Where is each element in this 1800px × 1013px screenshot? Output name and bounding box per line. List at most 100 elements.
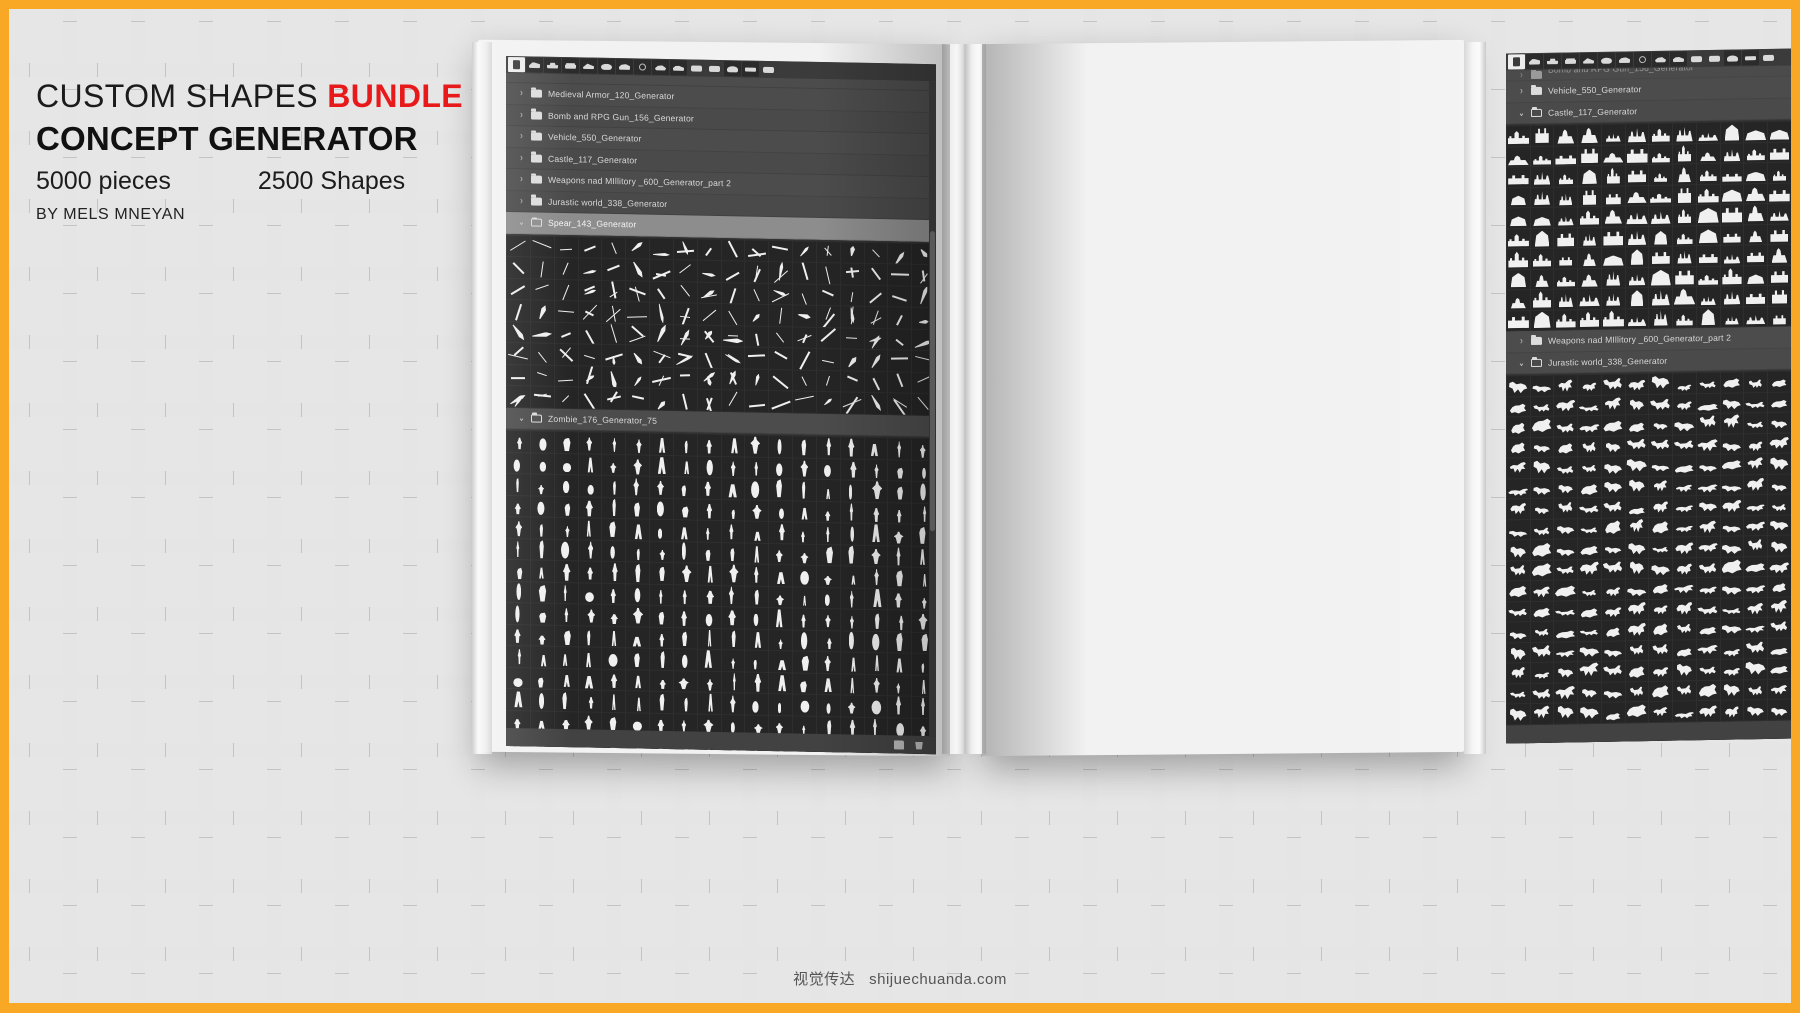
shape-thumbnail[interactable]	[578, 475, 602, 497]
shape-thumbnail[interactable]	[1507, 417, 1530, 437]
shape-thumbnail[interactable]	[1649, 123, 1673, 144]
shape-thumbnail[interactable]	[1530, 662, 1554, 683]
shape-thumbnail[interactable]	[888, 393, 912, 415]
shape-thumbnail[interactable]	[864, 566, 888, 588]
shape-thumbnail[interactable]	[1744, 597, 1768, 618]
shape-thumbnail[interactable]	[769, 564, 792, 586]
shape-thumbnail[interactable]	[888, 264, 912, 286]
shape-thumbnail[interactable]	[1744, 224, 1768, 245]
shape-thumbnail[interactable]	[1625, 415, 1649, 435]
shape-thumbnail[interactable]	[1507, 376, 1530, 396]
shape-thumbnail[interactable]	[1768, 162, 1791, 183]
shape-bar-icon[interactable]	[1706, 50, 1723, 67]
shape-thumbnail[interactable]	[1601, 435, 1625, 456]
shape-thumbnail[interactable]	[864, 523, 888, 545]
shape-thumbnail[interactable]	[1601, 415, 1625, 436]
shape-thumbnail[interactable]	[888, 545, 912, 567]
shape-thumbnail[interactable]	[1601, 640, 1625, 661]
shape-ship-icon[interactable]	[1616, 52, 1633, 68]
shape-thumbnail[interactable]	[793, 369, 816, 391]
shape-thumbnail[interactable]	[1673, 680, 1696, 701]
shape-thumbnail[interactable]	[507, 538, 530, 560]
shape-thumbnail[interactable]	[1578, 227, 1601, 248]
shape-thumbnail[interactable]	[769, 543, 792, 565]
shape-thumbnail[interactable]	[1720, 659, 1744, 680]
shape-thumbnail[interactable]	[1625, 476, 1649, 497]
shape-thumbnail[interactable]	[1507, 499, 1530, 519]
shape-thumbnail[interactable]	[1696, 307, 1720, 328]
shape-thumbnail[interactable]	[1530, 683, 1554, 704]
shape-thumbnail[interactable]	[1507, 560, 1530, 581]
shape-thumbnail[interactable]	[1673, 307, 1696, 328]
shape-thumbnail[interactable]	[745, 478, 769, 500]
shape-thumbnail[interactable]	[793, 565, 816, 587]
shape-thumbnail[interactable]	[721, 478, 745, 500]
shape-thumbnail[interactable]	[578, 387, 602, 409]
shape-thumbnail[interactable]	[650, 367, 673, 389]
shape-thumbnail[interactable]	[1625, 558, 1649, 579]
shape-thumbnail[interactable]	[721, 239, 745, 261]
shape-thumbnail[interactable]	[1625, 247, 1649, 267]
shape-thumbnail[interactable]	[1507, 396, 1530, 417]
shape-thumbnail[interactable]	[1578, 124, 1601, 145]
shape-thumbnail[interactable]	[745, 564, 769, 586]
shape-thumbnail[interactable]	[1768, 412, 1791, 433]
shape-thumbnail[interactable]	[745, 672, 769, 693]
shape-thumbnail[interactable]	[1530, 498, 1554, 519]
shape-thumbnail[interactable]	[530, 538, 554, 560]
shape-thumbnail[interactable]	[626, 476, 649, 498]
shape-thumbnail[interactable]	[721, 499, 745, 521]
shape-thumbnail[interactable]	[673, 541, 697, 563]
shape-thumbnail[interactable]	[1744, 433, 1768, 454]
shape-thumbnail[interactable]	[721, 542, 745, 564]
shape-thumbnail[interactable]	[650, 388, 673, 410]
shape-thumbnail[interactable]	[650, 691, 673, 713]
shape-thumbnail[interactable]	[1649, 455, 1673, 476]
shape-thumbnail[interactable]	[745, 629, 769, 650]
shape-thumbnail[interactable]	[1625, 394, 1649, 415]
shape-thumbnail[interactable]	[1554, 580, 1578, 601]
shape-vehicle-icon[interactable]	[670, 60, 687, 76]
shape-thumbnail[interactable]	[840, 544, 864, 566]
shape-thumbnail[interactable]	[1578, 247, 1601, 268]
folder-list-right[interactable]: › Bomb and RPG Gun_156_Generator › Vehic…	[1506, 62, 1800, 744]
shape-thumbnail[interactable]	[840, 306, 864, 328]
shape-thumbnail[interactable]	[1625, 702, 1649, 722]
shape-thumbnail[interactable]	[1554, 703, 1578, 724]
shape-thumbnail[interactable]	[1744, 203, 1768, 224]
shape-thumbnail[interactable]	[697, 325, 721, 347]
shape-thumbnail[interactable]	[602, 561, 626, 583]
chevron-right-icon[interactable]: ›	[1518, 68, 1525, 81]
shape-thumbnail[interactable]	[1601, 599, 1625, 620]
shape-thumbnail[interactable]	[1554, 248, 1578, 269]
shape-thumbnail[interactable]	[1720, 245, 1744, 266]
shape-thumbnail[interactable]	[1649, 681, 1673, 701]
shape-thumbnail[interactable]	[793, 500, 816, 522]
shape-thumbnail[interactable]	[840, 284, 864, 306]
shape-thumbnail[interactable]	[1649, 144, 1673, 164]
shape-thumbnail[interactable]	[578, 561, 602, 583]
shape-thumbnail[interactable]	[1649, 414, 1673, 435]
shape-thumbnail[interactable]	[721, 693, 745, 715]
shape-thumbnail[interactable]	[769, 369, 792, 391]
shape-thumbnail[interactable]	[554, 343, 578, 365]
shape-thumbnail[interactable]	[554, 453, 578, 475]
shape-thumbnail[interactable]	[1649, 308, 1673, 328]
shape-thumbnail[interactable]	[673, 670, 697, 692]
shape-thumbnail[interactable]	[1720, 142, 1744, 163]
new-folder-icon[interactable]	[894, 739, 904, 750]
shape-thumbnail[interactable]	[507, 342, 530, 364]
shape-thumbnail[interactable]	[840, 630, 864, 652]
shape-thumbnail[interactable]	[1601, 288, 1625, 309]
shape-thumbnail[interactable]	[1554, 498, 1578, 519]
shape-thumbnail[interactable]	[1578, 477, 1601, 498]
shape-thumbnail[interactable]	[673, 281, 697, 303]
shape-thumbnail[interactable]	[1625, 538, 1649, 558]
shape-thumbnail[interactable]	[1530, 560, 1554, 581]
shape-thumbnail[interactable]	[1578, 206, 1601, 227]
shape-thumbnail[interactable]	[530, 364, 554, 386]
shape-building-icon[interactable]	[1562, 53, 1579, 69]
shape-thumbnail[interactable]	[1601, 702, 1625, 723]
shape-thumbnail[interactable]	[673, 520, 697, 542]
shape-thumbnail[interactable]	[864, 371, 888, 393]
